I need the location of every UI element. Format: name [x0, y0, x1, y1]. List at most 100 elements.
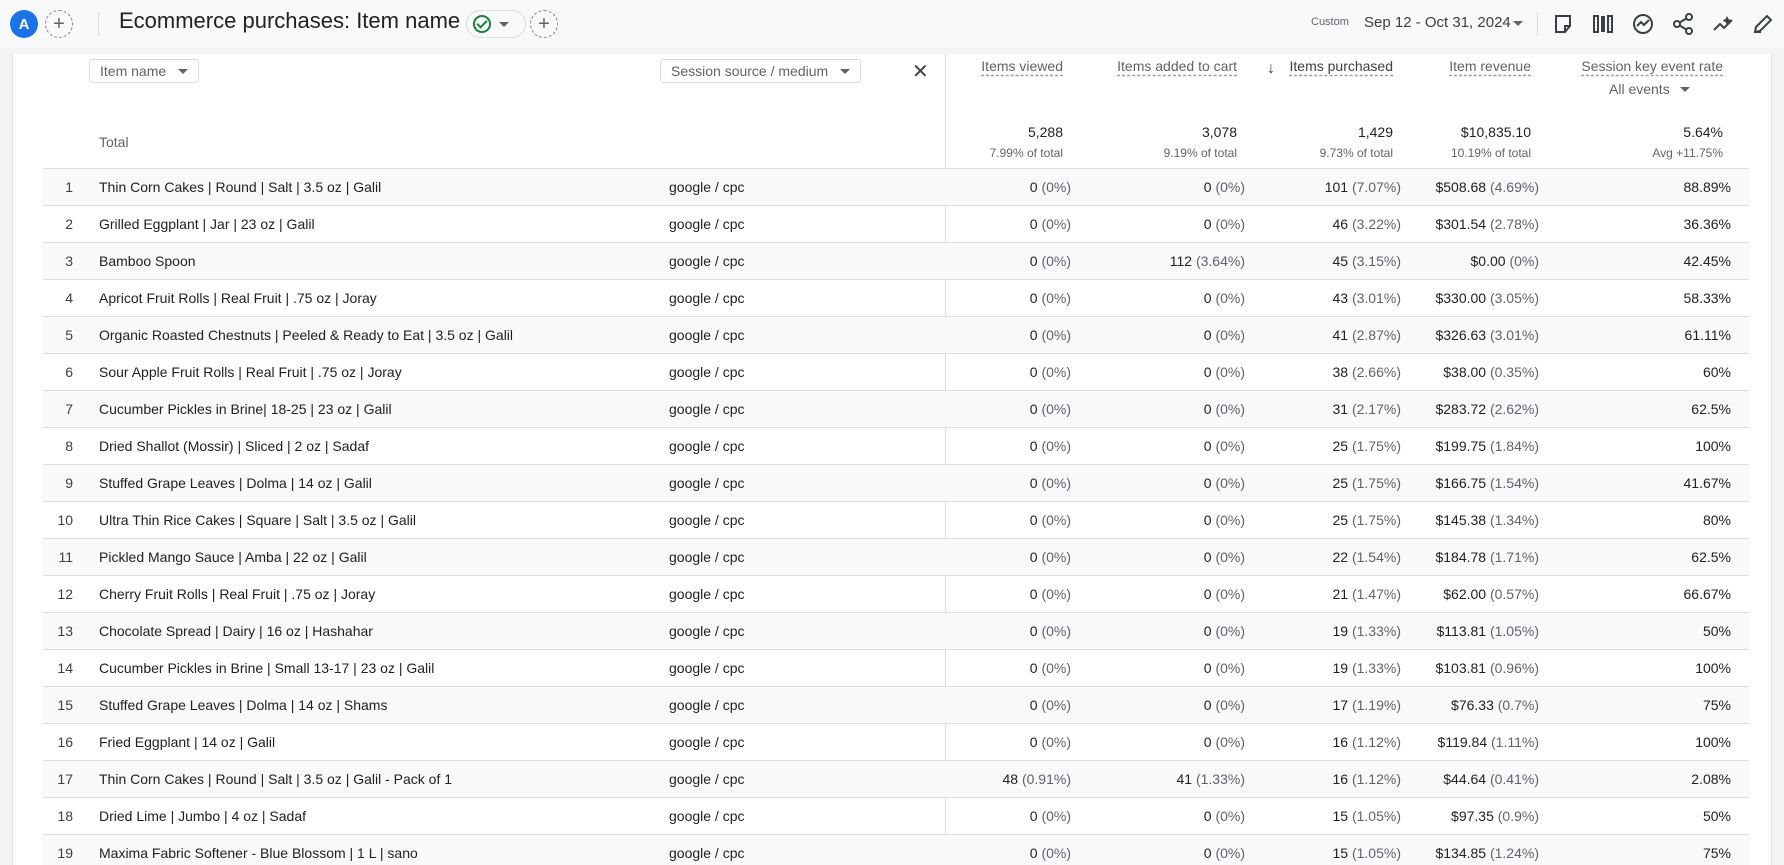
primary-dimension-selector[interactable]: Item name: [89, 59, 200, 83]
items-added-to-cart-cell-pct: (1.33%): [1195, 771, 1245, 787]
table-row[interactable]: 5 Organic Roasted Chestnuts | Peeled & Re…: [43, 316, 1749, 353]
source-medium-cell: google / cpc: [669, 845, 745, 861]
items-added-to-cart-cell-value: 0: [1203, 734, 1212, 750]
item-revenue-cell: $301.54 (2.78%): [1435, 216, 1539, 232]
table-row[interactable]: 6 Sour Apple Fruit Rolls | Real Fruit | .…: [43, 353, 1749, 390]
row-index: 18: [57, 808, 73, 824]
table-row[interactable]: 13 Chocolate Spread | Dairy | 16 oz | Has…: [43, 612, 1749, 649]
header-items-purchased[interactable]: Items purchased: [1290, 58, 1394, 74]
table-row[interactable]: 2 Grilled Eggplant | Jar | 23 oz | Galil g…: [43, 205, 1749, 242]
items-purchased-cell: 25 (1.75%): [1333, 438, 1402, 454]
items-added-to-cart-cell: 0 (0%): [1204, 401, 1245, 417]
item-revenue-cell-value: $0.00: [1470, 253, 1506, 269]
key-event-filter-dropdown[interactable]: All events: [1609, 81, 1690, 97]
table-row[interactable]: 11 Pickled Mango Sauce | Amba | 22 oz | G…: [43, 538, 1749, 575]
secondary-dimension-selector[interactable]: Session source / medium: [660, 59, 862, 83]
source-medium-cell: google / cpc: [669, 401, 745, 417]
items-viewed-cell-pct: (0%): [1041, 697, 1071, 713]
items-viewed-cell-pct: (0%): [1041, 401, 1071, 417]
items-added-to-cart-cell: 0 (0%): [1204, 179, 1245, 195]
items-purchased-cell-value: 19: [1332, 623, 1349, 639]
items-added-to-cart-cell: 0 (0%): [1204, 512, 1245, 528]
table-row[interactable]: 14 Cucumber Pickles in Brine | Small 13-1…: [43, 649, 1749, 686]
items-viewed-cell: 0 (0%): [1030, 549, 1071, 565]
table-row[interactable]: 19 Maxima Fabric Softener - Blue Blossom …: [43, 834, 1749, 865]
items-viewed-cell-value: 0: [1029, 438, 1038, 454]
items-added-to-cart-cell: 0 (0%): [1204, 734, 1245, 750]
total-items-viewed-pct: 7.99% of total: [989, 146, 1063, 160]
item-revenue-cell-pct: (0.9%): [1497, 808, 1539, 824]
add-comparison-button[interactable]: +: [45, 10, 73, 38]
avatar[interactable]: A: [10, 10, 38, 38]
items-viewed-cell: 0 (0%): [1030, 253, 1071, 269]
total-session-key-event-rate: 5.64%: [1683, 124, 1723, 140]
item-name-cell: Grilled Eggplant | Jar | 23 oz | Galil: [99, 216, 315, 232]
sort-down-arrow-icon[interactable]: ↓: [1267, 60, 1275, 78]
secondary-dimension-label: Session source / medium: [671, 63, 829, 79]
items-viewed-cell-value: 0: [1029, 475, 1038, 491]
table-row[interactable]: 7 Cucumber Pickles in Brine| 18-25 | 23 o…: [43, 390, 1749, 427]
items-viewed-cell-value: 0: [1029, 660, 1038, 676]
items-added-to-cart-cell: 0 (0%): [1204, 586, 1245, 602]
share-icon[interactable]: [1671, 12, 1695, 36]
items-added-to-cart-cell-value: 0: [1203, 845, 1212, 861]
trend-icon[interactable]: [1711, 12, 1735, 36]
table-row[interactable]: 17 Thin Corn Cakes | Round | Salt | 3.5 o…: [43, 760, 1749, 797]
items-added-to-cart-cell-value: 0: [1203, 216, 1212, 232]
item-revenue-cell-pct: (0.41%): [1489, 771, 1539, 787]
table-row[interactable]: 12 Cherry Fruit Rolls | Real Fruit | .75 …: [43, 575, 1749, 612]
header-item-revenue[interactable]: Item revenue: [1449, 58, 1531, 74]
report-status-dropdown[interactable]: [466, 10, 526, 38]
table-row[interactable]: 10 Ultra Thin Rice Cakes | Square | Salt …: [43, 501, 1749, 538]
page-title: Ecommerce purchases: Item name: [119, 8, 461, 33]
table-row[interactable]: 15 Stuffed Grape Leaves | Dolma | 14 oz |…: [43, 686, 1749, 723]
add-filter-button[interactable]: +: [530, 10, 558, 38]
insights-icon[interactable]: [1631, 12, 1655, 36]
session-key-event-rate-cell: 62.5%: [1691, 549, 1731, 565]
items-added-to-cart-cell: 0 (0%): [1204, 364, 1245, 380]
items-added-to-cart-cell-value: 41: [1176, 771, 1193, 787]
item-revenue-cell: $38.00 (0.35%): [1443, 364, 1539, 380]
item-revenue-cell-value: $199.75: [1435, 438, 1487, 454]
columns-icon[interactable]: [1591, 12, 1615, 36]
items-added-to-cart-cell-value: 0: [1203, 438, 1212, 454]
item-revenue-cell: $199.75 (1.84%): [1435, 438, 1539, 454]
table-row[interactable]: 4 Apricot Fruit Rolls | Real Fruit | .75 …: [43, 279, 1749, 316]
item-revenue-cell-value: $283.72: [1435, 401, 1487, 417]
item-revenue-cell-value: $97.35: [1451, 808, 1494, 824]
table-row[interactable]: 18 Dried Lime | Jumbo | 4 oz | Sadaf googl…: [43, 797, 1749, 834]
item-revenue-cell: $76.33 (0.7%): [1451, 697, 1539, 713]
item-revenue-cell: $145.38 (1.34%): [1435, 512, 1539, 528]
compare-icon[interactable]: [1551, 12, 1575, 36]
table-row[interactable]: 8 Dried Shallot (Mossir) | Sliced | 2 oz …: [43, 427, 1749, 464]
items-purchased-cell-pct: (3.15%): [1351, 253, 1401, 269]
items-viewed-cell-pct: (0%): [1041, 660, 1071, 676]
edit-icon[interactable]: [1751, 12, 1775, 36]
table-row[interactable]: 3 Bamboo Spoon google / cpc 0 (0%) 112 (3.64…: [43, 242, 1749, 279]
item-revenue-cell-value: $103.81: [1435, 660, 1487, 676]
items-viewed-cell-pct: (0%): [1041, 734, 1071, 750]
items-purchased-cell: 25 (1.75%): [1333, 475, 1402, 491]
table-row[interactable]: 1 Thin Corn Cakes | Round | Salt | 3.5 oz…: [43, 168, 1749, 205]
items-added-to-cart-cell-pct: (0%): [1215, 327, 1245, 343]
source-medium-cell: google / cpc: [669, 216, 745, 232]
items-added-to-cart-cell-pct: (0%): [1215, 734, 1245, 750]
header-items-added-to-cart[interactable]: Items added to cart: [1117, 58, 1237, 74]
items-added-to-cart-cell-pct: (0%): [1215, 549, 1245, 565]
session-key-event-rate-cell: 75%: [1702, 697, 1731, 713]
row-index: 3: [65, 253, 73, 269]
item-revenue-cell-pct: (3.01%): [1489, 327, 1539, 343]
item-revenue-cell-value: $76.33: [1451, 697, 1494, 713]
item-revenue-cell-value: $38.00: [1443, 364, 1487, 380]
item-revenue-cell-value: $113.81: [1436, 623, 1487, 639]
table-row[interactable]: 9 Stuffed Grape Leaves | Dolma | 14 oz | …: [43, 464, 1749, 501]
items-purchased-cell-pct: (1.75%): [1351, 438, 1401, 454]
table-row[interactable]: 16 Fried Eggplant | 14 oz | Galil google /…: [43, 723, 1749, 760]
header-session-key-event-rate[interactable]: Session key event rate: [1581, 58, 1723, 74]
header-items-viewed[interactable]: Items viewed: [981, 58, 1063, 74]
items-viewed-cell-value: 0: [1029, 697, 1038, 713]
chevron-down-icon[interactable]: [1513, 21, 1523, 26]
remove-dimension-close-icon[interactable]: ✕: [912, 59, 929, 84]
date-range-picker[interactable]: Sep 12 - Oct 31, 2024: [1364, 14, 1511, 31]
items-purchased-cell: 16 (1.12%): [1333, 734, 1402, 750]
